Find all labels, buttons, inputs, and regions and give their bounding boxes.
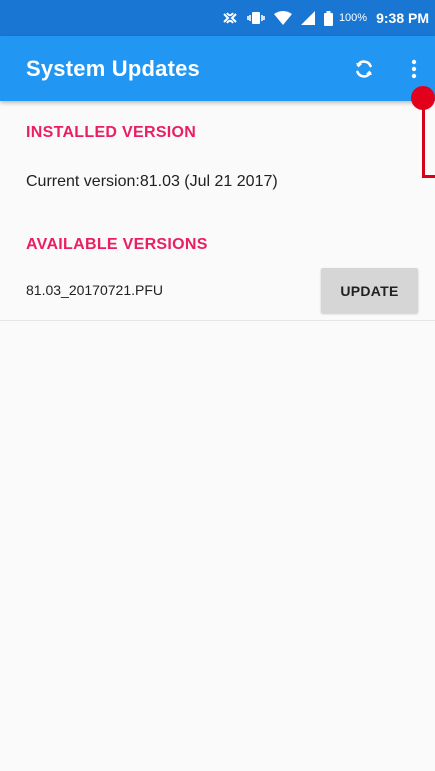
app-bar: System Updates [0,36,435,101]
version-file-name: 81.03_20170721.PFU [26,282,163,298]
refresh-icon [356,60,372,78]
overflow-menu-button[interactable] [402,55,426,83]
status-bar: 100% 9:38 PM [0,0,435,36]
nfc-icon [222,11,238,25]
current-version-text: Current version:81.03 (Jul 21 2017) [26,173,278,190]
screen: 100% 9:38 PM System Updates INSTALLED VE… [0,0,435,771]
page-title: System Updates [26,56,200,81]
refresh-button[interactable] [350,55,378,83]
installed-version-header: INSTALLED VERSION [26,124,197,141]
signal-icon [300,11,315,25]
annotation-marker-line [422,108,425,178]
wifi-icon [273,11,292,25]
available-versions-header: AVAILABLE VERSIONS [26,236,208,253]
battery-icon [323,10,333,26]
battery-percent: 100% [338,12,368,24]
vibrate-icon [247,11,265,25]
annotation-marker-dot [411,86,435,110]
overflow-menu-icon [411,59,417,79]
update-button[interactable]: UPDATE [321,268,418,313]
annotation-marker-line-horizontal [422,175,435,178]
list-item: 81.03_20170721.PFU UPDATE [0,262,435,321]
status-clock: 9:38 PM [376,10,429,26]
